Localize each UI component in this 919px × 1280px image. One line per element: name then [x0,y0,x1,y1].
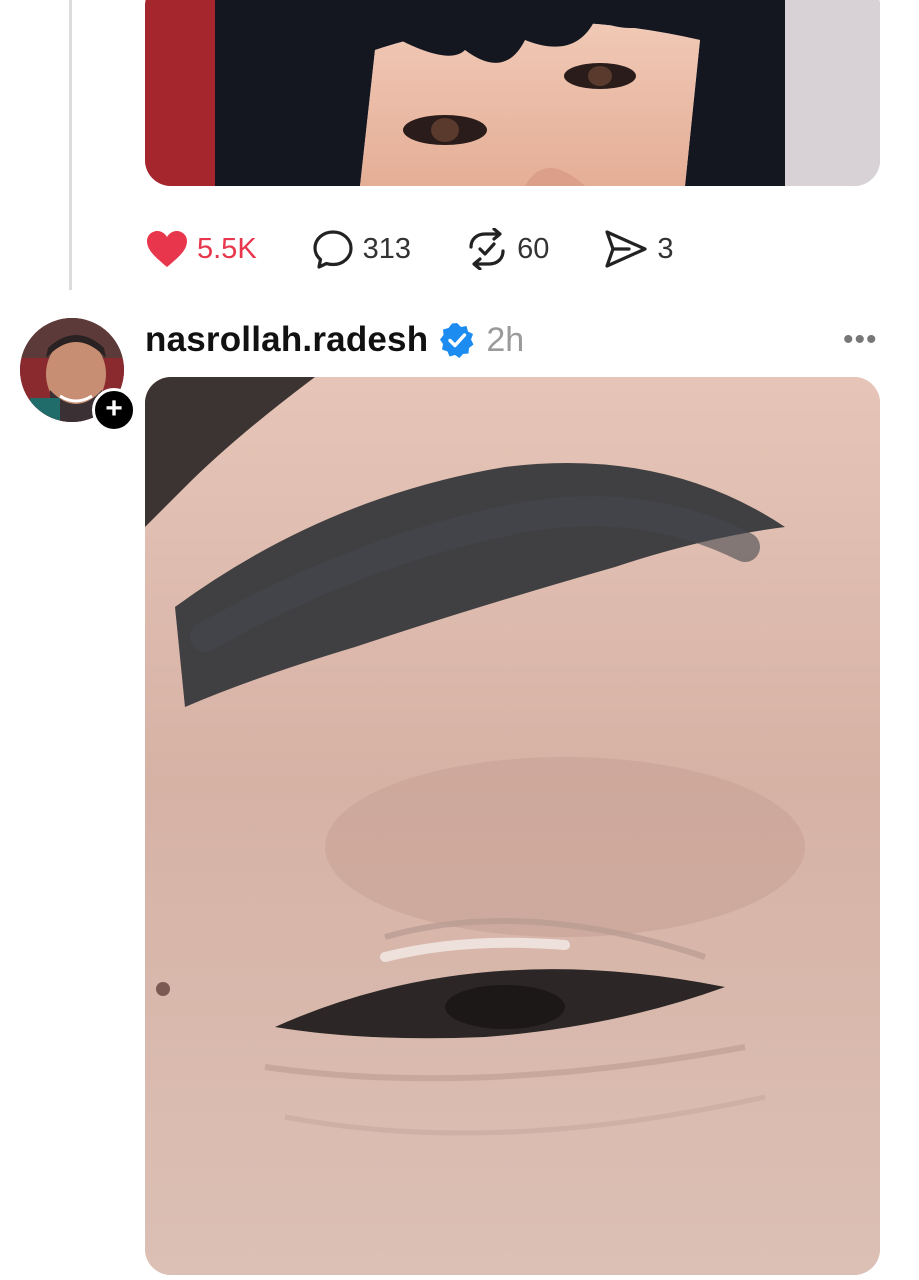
username[interactable]: nasrollah.radesh [145,320,428,360]
repost-icon [469,228,505,270]
share-button[interactable]: 3 [603,228,673,270]
share-count: 3 [657,232,674,265]
post-time: 2h [486,320,525,359]
send-icon [605,230,647,268]
comment-bubble-icon [313,230,353,269]
follow-button[interactable]: + [92,388,136,432]
thread-line [69,0,72,290]
more-options-button[interactable]: ••• [843,323,878,357]
like-button[interactable]: 5.5K [145,229,257,269]
previous-post-image[interactable] [145,0,880,186]
action-bar: 5.5K 313 60 3 [145,226,727,272]
verified-badge-icon [440,323,474,358]
post-header: nasrollah.radesh 2h [145,318,524,362]
repost-button[interactable]: 60 [465,228,549,270]
heart-icon [147,231,187,267]
like-count: 5.5K [197,232,257,265]
comment-button[interactable]: 313 [311,228,411,270]
comment-count: 313 [362,232,412,265]
avatar[interactable]: + [20,318,136,432]
repost-count: 60 [517,232,550,265]
post-image[interactable] [145,377,880,1275]
